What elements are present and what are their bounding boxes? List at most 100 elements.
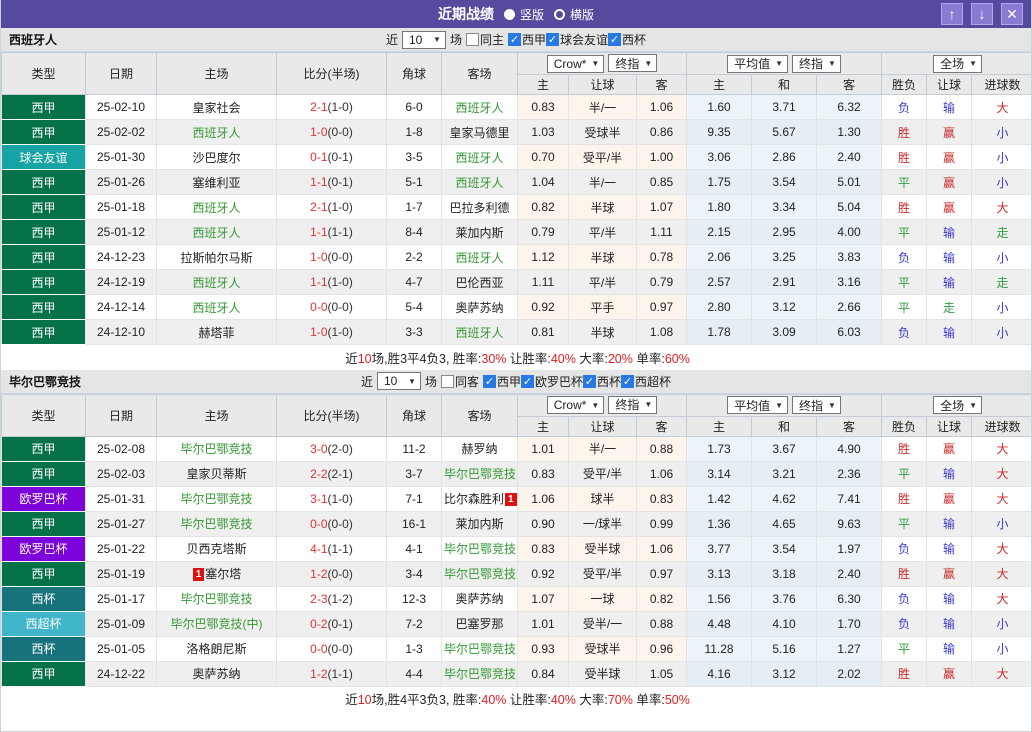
match-date: 25-01-12 (86, 220, 157, 245)
winloss-result: 平 (882, 461, 927, 486)
score-cell: 0-1(0-1) (277, 145, 387, 170)
league-checkbox[interactable]: ✓ (483, 375, 496, 388)
avg-away-odds: 6.32 (817, 95, 882, 120)
close-button[interactable]: ✕ (1001, 3, 1023, 25)
same-venue-filter[interactable]: 同客 (441, 373, 479, 390)
away-team-name: 莱加内斯 (455, 517, 503, 531)
final-odds-select-2[interactable]: 终指▼ (792, 396, 841, 414)
league-checkbox[interactable]: ✓ (608, 33, 621, 46)
same-venue-checkbox[interactable] (466, 33, 479, 46)
corner-count: 5-4 (387, 295, 442, 320)
avg-draw-odds: 3.67 (752, 436, 817, 461)
sub-header-avg-away: 客 (817, 75, 882, 95)
radio-unselected-icon[interactable] (554, 9, 565, 20)
average-select[interactable]: 平均值▼ (727, 396, 788, 414)
avg-away-odds: 1.27 (817, 636, 882, 661)
summary-segment: 40% (481, 693, 506, 707)
away-team-name: 毕尔巴鄂竞技 (444, 642, 516, 656)
corner-count: 11-2 (387, 436, 442, 461)
league-checkbox[interactable]: ✓ (546, 33, 559, 46)
away-team-cell: 莱加内斯 (442, 220, 518, 245)
games-count-select[interactable]: 10▼ (377, 372, 421, 390)
away-team-name: 奥萨苏纳 (455, 301, 503, 315)
avg-home-odds: 1.42 (687, 486, 752, 511)
final-odds-select[interactable]: 终指▼ (608, 54, 657, 72)
match-type-badge: 西甲 (2, 170, 86, 195)
fulltime-score: 4-1 (310, 542, 327, 556)
sub-header-away-odds: 客 (637, 416, 687, 436)
chevron-down-icon: ▼ (591, 401, 599, 410)
goals-result: 小 (972, 511, 1032, 536)
section-header: 西班牙人 近 10▼ 场 同主 ✓西甲✓球会友谊✓西杯 (1, 28, 1031, 52)
team-name: 西班牙人 (9, 31, 57, 48)
final-odds-select-2[interactable]: 终指▼ (792, 55, 841, 73)
bookmaker-select[interactable]: Crow*▼ (547, 55, 605, 73)
halftime-score: (1-0) (328, 100, 353, 114)
summary-text: 近10场,胜4平3负3, 胜率:40% 让胜率:40% 大率:70% 单率:50… (345, 693, 690, 707)
avg-away-odds: 2.40 (817, 145, 882, 170)
away-team-name: 西班牙人 (455, 151, 503, 165)
match-type-badge: 欧罗巴杯 (2, 536, 86, 561)
league-checkbox[interactable]: ✓ (621, 375, 634, 388)
score-cell: 0-0(0-0) (277, 295, 387, 320)
match-date: 25-01-19 (86, 561, 157, 586)
home-team-name: 毕尔巴鄂竞技 (180, 442, 252, 456)
league-filter[interactable]: ✓欧罗巴杯 (521, 373, 583, 390)
away-team-name: 毕尔巴鄂竞技 (444, 542, 516, 556)
bookmaker-select[interactable]: Crow*▼ (547, 396, 605, 414)
away-odds: 0.99 (637, 511, 687, 536)
away-team-name: 西班牙人 (455, 101, 503, 115)
league-checkbox[interactable]: ✓ (583, 375, 596, 388)
radio-selected-icon[interactable] (504, 9, 515, 20)
halftime-score: (1-1) (328, 667, 353, 681)
home-odds: 1.03 (518, 120, 569, 145)
goals-result: 大 (972, 195, 1032, 220)
corner-count: 5-1 (387, 170, 442, 195)
move-up-button[interactable]: ↑ (941, 3, 963, 25)
goals-result: 小 (972, 636, 1032, 661)
handicap-result: 赢 (927, 486, 972, 511)
away-team-name: 皇家马德里 (449, 126, 509, 140)
final-odds-select[interactable]: 终指▼ (608, 396, 657, 414)
sub-header-winloss: 胜负 (882, 416, 927, 436)
halftime-score: (1-0) (328, 325, 353, 339)
handicap-result: 输 (927, 245, 972, 270)
away-team-cell: 莱加内斯 (442, 511, 518, 536)
same-venue-checkbox[interactable] (441, 375, 454, 388)
scope-select[interactable]: 全场▼ (933, 55, 982, 73)
team-section: 西班牙人 近 10▼ 场 同主 ✓西甲✓球会友谊✓西杯 (1, 28, 1031, 370)
league-filter[interactable]: ✓西杯 (583, 373, 621, 390)
layout-radio-vertical[interactable]: 竖版 (504, 6, 544, 23)
score-cell: 1-1(0-1) (277, 170, 387, 195)
corner-count: 12-3 (387, 586, 442, 611)
fulltime-score: 1-1 (310, 225, 327, 239)
table-row: 西甲24-12-19西班牙人1-1(1-0)4-7巴伦西亚1.11平/半0.79… (2, 270, 1032, 295)
home-team-name: 皇家社会 (192, 101, 240, 115)
league-checkbox[interactable]: ✓ (508, 33, 521, 46)
goals-result: 走 (972, 220, 1032, 245)
avg-draw-odds: 3.12 (752, 295, 817, 320)
match-type-badge: 西甲 (2, 95, 86, 120)
col-header-type: 类型 (2, 394, 86, 436)
layout-radio-horizontal[interactable]: 横版 (554, 6, 594, 23)
winloss-result: 平 (882, 270, 927, 295)
average-select[interactable]: 平均值▼ (727, 55, 788, 73)
halftime-score: (0-0) (328, 125, 353, 139)
league-filter[interactable]: ✓西甲 (483, 373, 521, 390)
league-label: 西超杯 (635, 373, 671, 390)
goals-result: 小 (972, 245, 1032, 270)
league-filter[interactable]: ✓西超杯 (621, 373, 671, 390)
league-filter[interactable]: ✓西甲 (508, 31, 546, 48)
scope-select[interactable]: 全场▼ (933, 396, 982, 414)
games-count-select[interactable]: 10▼ (402, 31, 446, 49)
away-team-cell: 奥萨苏纳 (442, 295, 518, 320)
handicap: 受球半 (569, 120, 637, 145)
move-down-button[interactable]: ↓ (971, 3, 993, 25)
avg-draw-odds: 5.16 (752, 636, 817, 661)
league-filter[interactable]: ✓西杯 (608, 31, 646, 48)
summary-segment: 近 (345, 693, 358, 707)
handicap: 半/一 (569, 436, 637, 461)
league-filter[interactable]: ✓球会友谊 (546, 31, 608, 48)
same-venue-filter[interactable]: 同主 (466, 31, 504, 48)
league-checkbox[interactable]: ✓ (521, 375, 534, 388)
